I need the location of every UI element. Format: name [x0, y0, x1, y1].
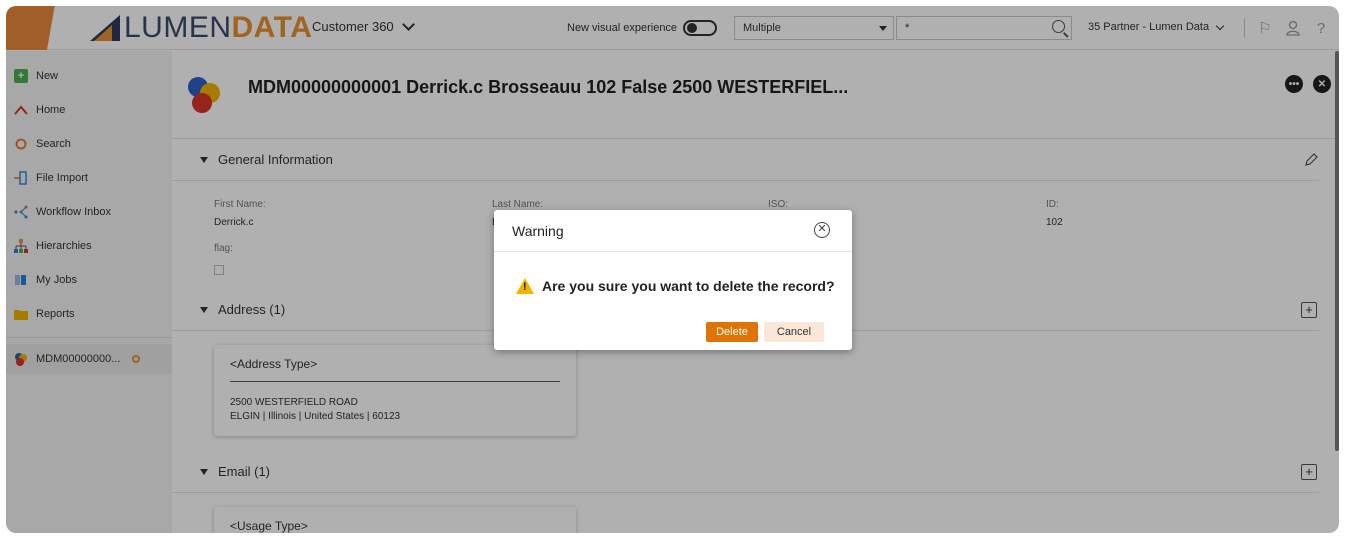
- dialog-title: Warning: [512, 223, 564, 239]
- dialog-close-icon[interactable]: ✕: [814, 222, 830, 238]
- delete-button[interactable]: Delete: [706, 322, 758, 342]
- dialog-header: Warning ✕: [494, 210, 852, 252]
- dialog-message: ! Are you sure you want to delete the re…: [516, 278, 835, 294]
- scrollbar[interactable]: [1335, 51, 1339, 451]
- cancel-button[interactable]: Cancel: [764, 322, 824, 342]
- warning-icon: !: [516, 278, 534, 294]
- warning-dialog: Warning ✕ ! Are you sure you want to del…: [494, 210, 852, 350]
- dialog-message-text: Are you sure you want to delete the reco…: [542, 278, 835, 294]
- app-window: LUMEN DATA Customer 360 New visual experi…: [6, 6, 1339, 533]
